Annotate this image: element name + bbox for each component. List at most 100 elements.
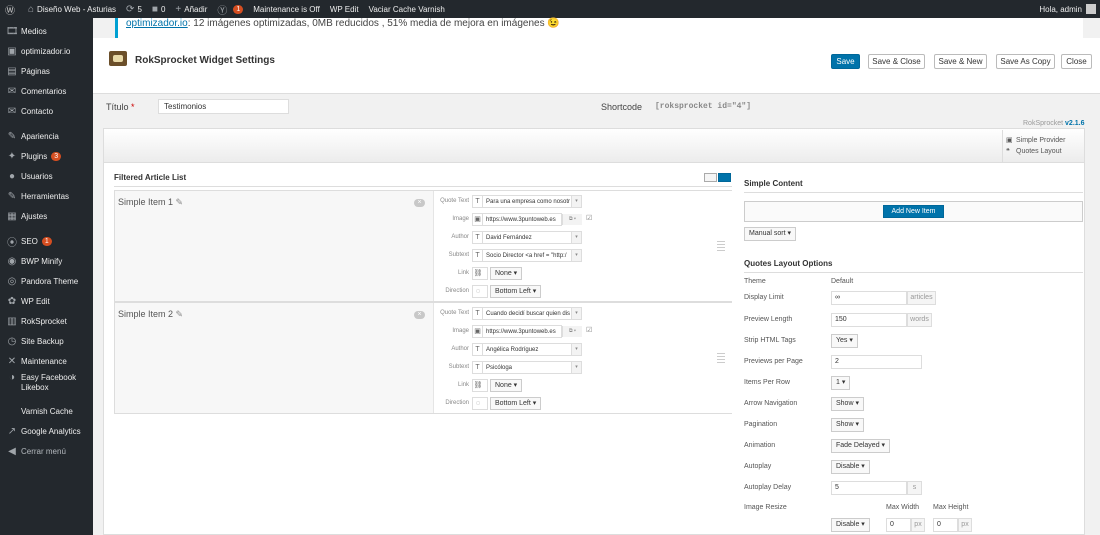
maintenance-status-link[interactable]: Maintenance is Off bbox=[248, 0, 325, 18]
item-title[interactable]: Simple Item 1 ✎ bbox=[118, 197, 183, 208]
image-resize-select[interactable]: Disable ▾ bbox=[831, 518, 870, 532]
image-picker-icon[interactable]: ⧉ ▾ bbox=[562, 214, 582, 225]
sidebar-item-analytics[interactable]: ↗ Google Analytics bbox=[0, 421, 93, 441]
subtext-field[interactable]: T Socio Director <a href = "http:/ bbox=[472, 249, 582, 262]
sidebar-item-media[interactable]: 🎞 Medios bbox=[0, 21, 93, 41]
edit-pencil-icon[interactable]: ✎ bbox=[176, 197, 184, 207]
title-input[interactable]: Testimonios bbox=[158, 99, 289, 114]
animation-select[interactable]: Fade Delayed ▾ bbox=[831, 439, 891, 453]
dropdown-icon[interactable]: ▾ bbox=[571, 250, 581, 261]
quote-text-field[interactable]: T Cuando decidí buscar quien dis bbox=[472, 307, 582, 320]
site-name-link[interactable]: ⌂ Diseño Web - Asturias bbox=[23, 0, 121, 18]
comments-link[interactable]: ■ 0 bbox=[147, 0, 171, 18]
edit-image-icon[interactable]: ☑ bbox=[586, 214, 592, 222]
wp-edit-link[interactable]: WP Edit bbox=[325, 0, 364, 18]
save-close-button[interactable]: Save & Close bbox=[868, 54, 925, 69]
pagination-select[interactable]: Show ▾ bbox=[831, 418, 864, 432]
edit-image-icon[interactable]: ☑ bbox=[586, 326, 592, 334]
arrow-navigation-select[interactable]: Show ▾ bbox=[831, 397, 864, 411]
dropdown-icon[interactable]: ▾ bbox=[571, 344, 581, 355]
sidebar-item-users[interactable]: ● Usuarios bbox=[0, 166, 93, 186]
view-list-toggle[interactable] bbox=[704, 173, 717, 182]
collapse-icon: ◀ bbox=[8, 445, 16, 457]
sidebar-item-pandora[interactable]: ◎ Pandora Theme bbox=[0, 271, 93, 291]
sidebar-item-collapse[interactable]: ◀ Cerrar menú bbox=[0, 441, 93, 461]
optimizer-notice: optimizador.io: 12 imágenes optimizadas,… bbox=[115, 18, 1083, 38]
sidebar-item-facebook[interactable]: ◑ Easy Facebook Likebox bbox=[0, 371, 93, 401]
sort-select[interactable]: Manual sort ▾ bbox=[744, 227, 797, 241]
items-per-row-select[interactable]: 1 ▾ bbox=[831, 376, 851, 390]
add-new-item-button[interactable]: Add New Item bbox=[883, 205, 944, 218]
save-button[interactable]: Save bbox=[831, 54, 860, 69]
preview-length-input[interactable]: 150 bbox=[831, 313, 907, 327]
subtext-field[interactable]: T Psicóloga bbox=[472, 361, 582, 374]
updates-link[interactable]: ⟳ 5 bbox=[121, 0, 147, 18]
drag-handle[interactable] bbox=[717, 244, 725, 245]
item-title[interactable]: Simple Item 2 ✎ bbox=[118, 309, 183, 320]
sidebar-item-settings[interactable]: ▦ Ajustes bbox=[0, 206, 93, 226]
account-greeting[interactable]: Hola, admin bbox=[1039, 0, 1082, 18]
previews-per-page-input[interactable]: 2 bbox=[831, 355, 922, 369]
drag-handle[interactable] bbox=[717, 356, 725, 357]
sidebar-item-roksprocket[interactable]: ▥ RokSprocket bbox=[0, 311, 93, 331]
drag-handle[interactable] bbox=[717, 359, 725, 360]
sidebar-item-plugins[interactable]: ✦ Plugins 3 bbox=[0, 146, 93, 166]
link-select[interactable]: None ▾ bbox=[490, 267, 523, 280]
save-new-button[interactable]: Save & New bbox=[934, 54, 987, 69]
dropdown-icon[interactable]: ▾ bbox=[571, 308, 581, 319]
max-width-input[interactable]: 0 bbox=[886, 518, 911, 532]
sidebar-item-backup[interactable]: ◷ Site Backup bbox=[0, 331, 93, 351]
drag-handle[interactable] bbox=[717, 241, 725, 242]
sidebar-item-varnish-cache[interactable]: Varnish Cache bbox=[0, 401, 93, 421]
new-content-link[interactable]: + Añadir bbox=[170, 0, 212, 18]
image-picker-icon[interactable]: ⧉ ▾ bbox=[562, 326, 582, 337]
dropdown-icon[interactable]: ▾ bbox=[571, 232, 581, 243]
simple-item[interactable]: Simple Item 2 ✎ × Quote Text T Cuando decidí… bbox=[114, 302, 732, 414]
strip-html-select[interactable]: Yes ▾ bbox=[831, 334, 858, 348]
dropdown-icon[interactable]: ▾ bbox=[571, 196, 581, 207]
sidebar-item-tools[interactable]: ✎ Herramientas bbox=[0, 186, 93, 206]
simple-provider[interactable]: ▣ Simple Provider bbox=[1006, 135, 1084, 146]
varnish-purge-link[interactable]: Vaciar Cache Varnish bbox=[364, 0, 450, 18]
sidebar-item-maintenance[interactable]: ✕ Maintenance bbox=[0, 351, 93, 371]
drag-handle[interactable] bbox=[717, 353, 725, 354]
sidebar-item-appearance[interactable]: ✎ Apariencia bbox=[0, 126, 93, 146]
close-button[interactable]: Close bbox=[1061, 54, 1092, 69]
remove-item-icon[interactable]: × bbox=[414, 199, 425, 207]
optimizador-link[interactable]: optimizador.io bbox=[126, 18, 188, 29]
dropdown-icon[interactable]: ▾ bbox=[571, 362, 581, 373]
sidebar-item-pages[interactable]: ▤ Páginas bbox=[0, 61, 93, 81]
simple-item[interactable]: Simple Item 1 ✎ × Quote Text T Para una empr… bbox=[114, 190, 732, 302]
image-field[interactable]: ▣ https://www.3puntoweb.es bbox=[472, 213, 562, 226]
divider bbox=[114, 186, 732, 187]
sidebar-item-contact[interactable]: ✉ Contacto bbox=[0, 101, 93, 121]
link-select[interactable]: None ▾ bbox=[490, 379, 523, 392]
quote-text-field[interactable]: T Para una empresa como nosotr bbox=[472, 195, 582, 208]
sidebar-item-seo[interactable]: ⦿ SEO 1 bbox=[0, 231, 93, 251]
view-grid-toggle[interactable] bbox=[718, 173, 731, 182]
author-field[interactable]: T David Fernández bbox=[472, 231, 582, 244]
yoast-link[interactable]: Ⓨ 1 bbox=[212, 0, 248, 18]
sidebar-item-optimizador[interactable]: ▣ optimizador.io bbox=[0, 41, 93, 61]
max-height-input[interactable]: 0 bbox=[933, 518, 958, 532]
save-copy-button[interactable]: Save As Copy bbox=[996, 54, 1055, 69]
sidebar-item-wpedit[interactable]: ✿ WP Edit bbox=[0, 291, 93, 311]
remove-item-icon[interactable]: × bbox=[414, 311, 425, 319]
sidebar-item-comments[interactable]: ✉ Comentarios bbox=[0, 81, 93, 101]
sidebar-item-bwp[interactable]: ◉ BWP Minify bbox=[0, 251, 93, 271]
wp-logo-icon[interactable]: Ⓦ bbox=[0, 0, 23, 18]
quotes-layout[interactable]: ❝ Quotes Layout bbox=[1006, 146, 1084, 157]
display-limit-input[interactable]: ∞ bbox=[831, 291, 907, 305]
author-field[interactable]: T Angélica Rodríguez bbox=[472, 343, 582, 356]
autoplay-delay-input[interactable]: 5 bbox=[831, 481, 907, 495]
drag-handle[interactable] bbox=[717, 247, 725, 248]
autoplay-select[interactable]: Disable ▾ bbox=[831, 460, 870, 474]
avatar[interactable] bbox=[1086, 4, 1096, 14]
drag-handle[interactable] bbox=[717, 362, 725, 363]
image-field[interactable]: ▣ https://www.3puntoweb.es bbox=[472, 325, 562, 338]
edit-pencil-icon[interactable]: ✎ bbox=[176, 309, 184, 319]
direction-select[interactable]: Bottom Left ▾ bbox=[490, 397, 542, 410]
direction-select[interactable]: Bottom Left ▾ bbox=[490, 285, 542, 298]
drag-handle[interactable] bbox=[717, 250, 725, 251]
bwp-icon: ◉ bbox=[7, 255, 17, 267]
